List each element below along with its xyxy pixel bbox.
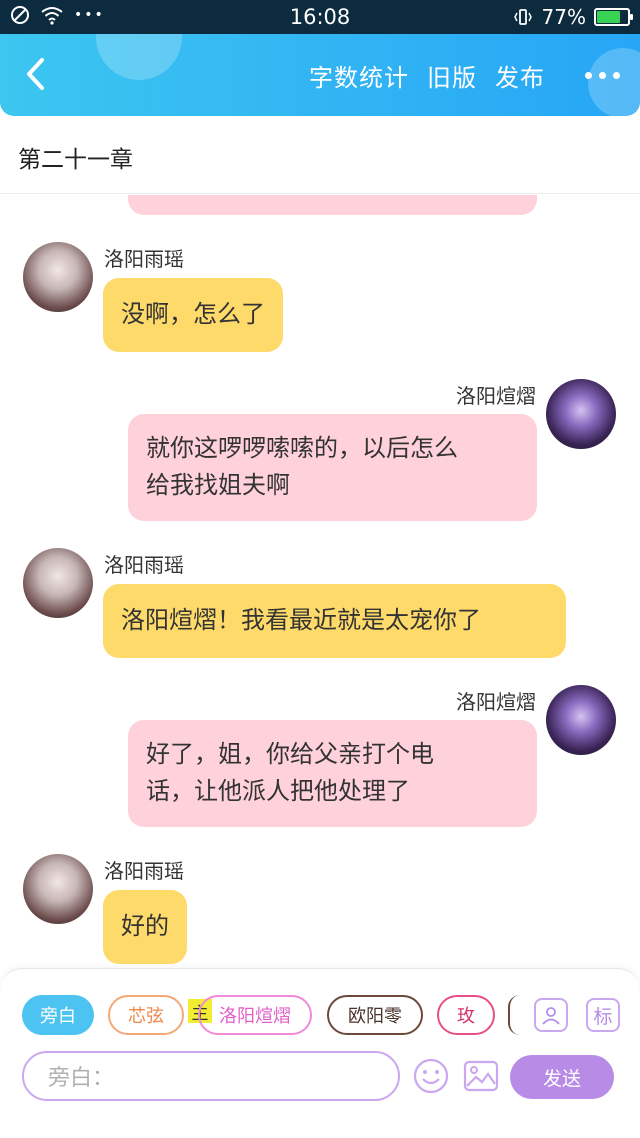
old-version-button[interactable]: 旧版 — [427, 58, 477, 93]
message-text: 给我找姐夫啊 — [146, 471, 290, 499]
tag-button-label: 标 — [593, 1005, 613, 1028]
message-text: 好的 — [121, 912, 169, 940]
back-button[interactable] — [18, 52, 58, 96]
app-screen: ••• 16:08 77% 字数统计 旧版 发布 第二十一章 洛阳雨瑶 没啊，怎… — [0, 0, 640, 1138]
smiley-icon — [413, 1058, 449, 1094]
chapter-title[interactable]: 第二十一章 — [18, 140, 133, 174]
battery-icon — [594, 8, 633, 26]
status-bar: ••• 16:08 77% — [0, 0, 640, 34]
image-icon — [463, 1060, 499, 1092]
chapter-bar: 第二十一章 — [0, 116, 640, 194]
speaker-name: 洛阳雨瑶 — [104, 247, 184, 271]
send-button[interactable]: 发送 — [510, 1055, 614, 1099]
message-input-placeholder: 旁白： — [48, 1066, 115, 1091]
composer-panel: 旁白 芯弦 主 洛阳煊熠 欧阳零 玫 标 旁白： 发送 — [0, 968, 640, 1104]
avatar[interactable] — [23, 242, 93, 312]
role-chip-label: 旁白 — [40, 1006, 76, 1027]
message-text: 话，让他派人把他处理了 — [146, 777, 410, 805]
role-chip-partial[interactable] — [508, 995, 520, 1035]
avatar[interactable] — [546, 379, 616, 449]
role-chip[interactable]: 玫 — [437, 995, 495, 1035]
role-chip-label: 芯弦 — [128, 1006, 164, 1027]
role-chip-label: 欧阳零 — [348, 1006, 402, 1027]
character-manage-button[interactable] — [534, 998, 568, 1032]
message-bubble[interactable]: 没啊，怎么了 — [103, 278, 283, 352]
role-chip[interactable]: 欧阳零 — [327, 995, 423, 1035]
top-header: 字数统计 旧版 发布 — [0, 34, 640, 116]
speaker-name: 洛阳雨瑶 — [104, 859, 184, 883]
message-text: 好了，姐，你给父亲打个电 — [146, 740, 434, 768]
battery-fill — [597, 11, 620, 23]
speaker-name: 洛阳雨瑶 — [104, 553, 184, 577]
message-bubble-partial[interactable] — [128, 195, 537, 215]
bottom-strip — [0, 1104, 640, 1138]
role-chip-label: 玫 — [457, 1006, 475, 1027]
avatar[interactable] — [546, 685, 616, 755]
send-button-label: 发送 — [542, 1067, 581, 1090]
chevron-left-icon — [27, 58, 44, 90]
chat-area[interactable]: 洛阳雨瑶 没啊，怎么了 洛阳煊熠 就你这啰啰嗦嗦的，以后怎么 给我找姐夫啊 洛阳… — [0, 195, 640, 968]
tag-button[interactable]: 标 — [586, 998, 620, 1032]
role-chip-narrator[interactable]: 旁白 — [22, 995, 94, 1035]
speaker-name: 洛阳煊熠 — [456, 384, 536, 408]
word-count-button[interactable]: 字数统计 — [309, 58, 409, 93]
message-text: 洛阳煊熠！我看最近就是太宠你了 — [121, 606, 481, 634]
message-bubble[interactable]: 好的 — [103, 890, 187, 964]
battery-percent: 77% — [541, 5, 586, 29]
avatar[interactable] — [23, 854, 93, 924]
person-icon — [542, 1007, 560, 1025]
header-actions: 字数统计 旧版 发布 — [309, 34, 620, 116]
avatar[interactable] — [23, 548, 93, 618]
vibrate-icon — [513, 9, 532, 25]
role-chip[interactable]: 洛阳煊熠 — [198, 995, 312, 1035]
header-decoration-bubble — [96, 34, 182, 80]
message-bubble[interactable]: 就你这啰啰嗦嗦的，以后怎么 给我找姐夫啊 — [128, 414, 537, 521]
more-dots-icon[interactable] — [585, 71, 620, 79]
role-chip[interactable]: 芯弦 — [108, 995, 184, 1035]
message-input[interactable]: 旁白： — [22, 1051, 400, 1101]
message-text: 没啊，怎么了 — [121, 300, 265, 328]
status-right-icons: 77% — [512, 5, 633, 29]
publish-button[interactable]: 发布 — [495, 58, 545, 93]
role-chip-label: 洛阳煊熠 — [219, 1006, 291, 1027]
message-bubble[interactable]: 洛阳煊熠！我看最近就是太宠你了 — [103, 584, 566, 658]
message-text: 就你这啰啰嗦嗦的，以后怎么 — [146, 434, 458, 462]
message-bubble[interactable]: 好了，姐，你给父亲打个电 话，让他派人把他处理了 — [128, 720, 537, 827]
image-button[interactable] — [462, 1057, 500, 1099]
speaker-name: 洛阳煊熠 — [456, 690, 536, 714]
emoji-button[interactable] — [412, 1057, 450, 1099]
